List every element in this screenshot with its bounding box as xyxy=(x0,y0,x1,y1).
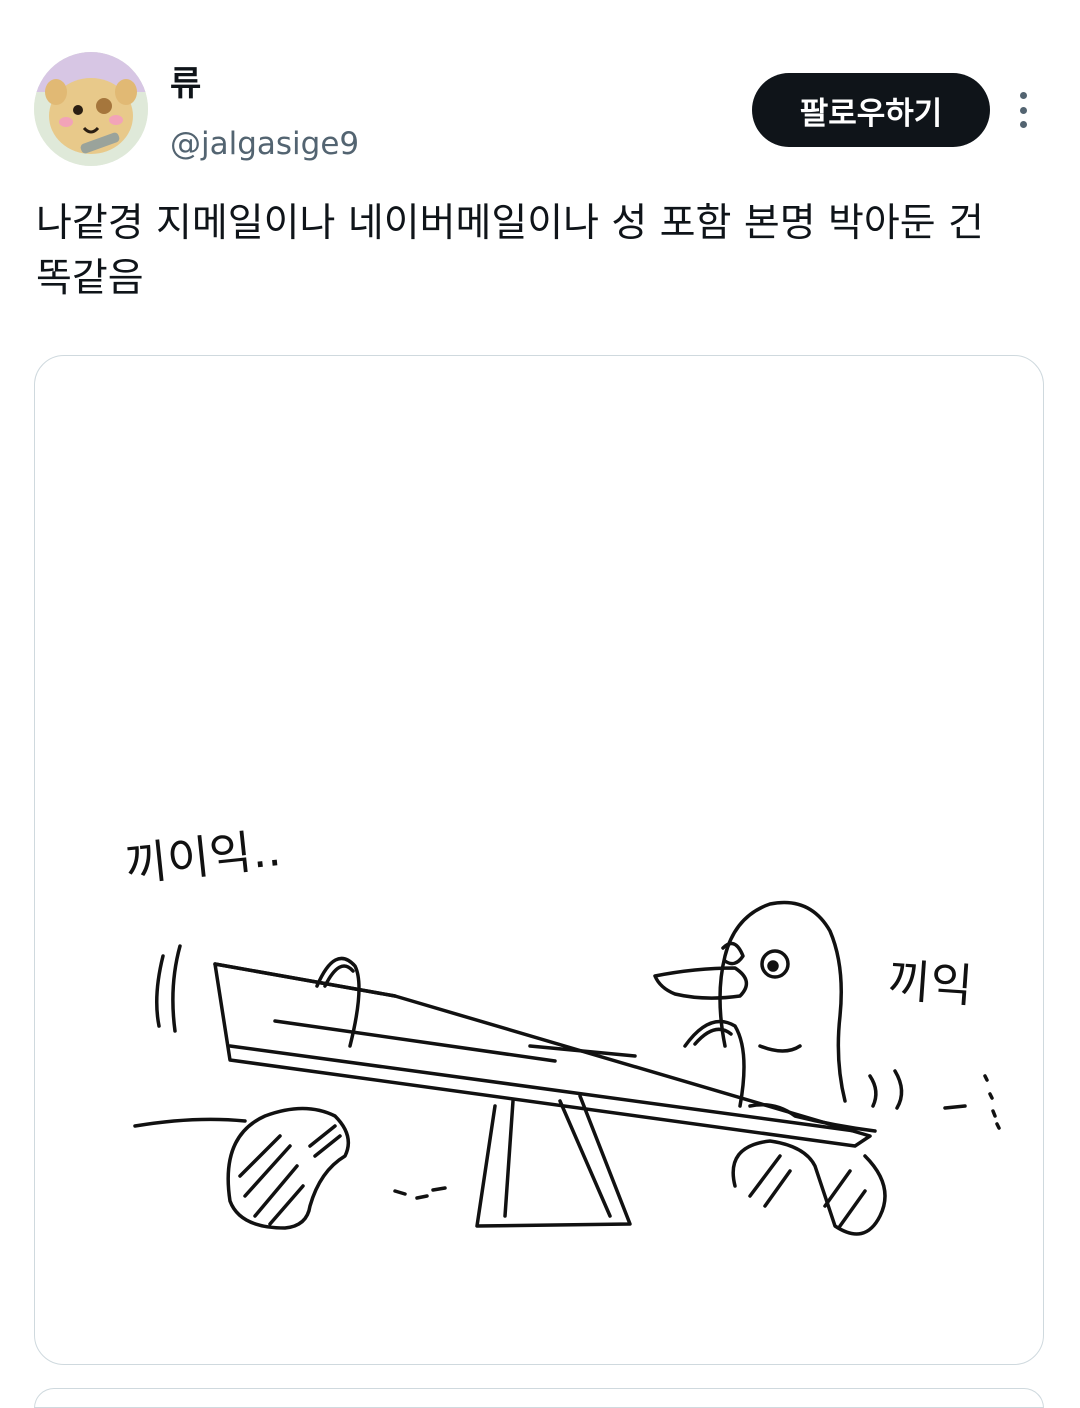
seesaw-sketch: 끼이익.. 끼익 xyxy=(123,822,1001,1236)
avatar[interactable] xyxy=(34,52,148,166)
tweet-text: 나같경 지메일이나 네이버메일이나 성 포함 본명 박아둔 건 똑같음 xyxy=(36,201,984,301)
more-vertical-icon[interactable] xyxy=(1004,88,1042,132)
user-handle[interactable]: @jalgasige9 xyxy=(170,124,359,164)
tweet-media[interactable]: 끼이익.. 끼익 xyxy=(34,355,1044,1365)
next-card-edge xyxy=(34,1388,1044,1408)
tweet-header: 류 @jalgasige9 팔로우하기 xyxy=(0,0,1080,180)
sketch-label-right: 끼익 xyxy=(886,953,974,1013)
more-dot xyxy=(1019,106,1027,114)
sketch-label-left: 끼이익.. xyxy=(123,822,284,892)
more-dot xyxy=(1019,92,1027,99)
more-dot xyxy=(1019,121,1027,128)
follow-button[interactable]: 팔로우하기 xyxy=(752,73,990,147)
display-name[interactable]: 류 xyxy=(170,62,201,106)
